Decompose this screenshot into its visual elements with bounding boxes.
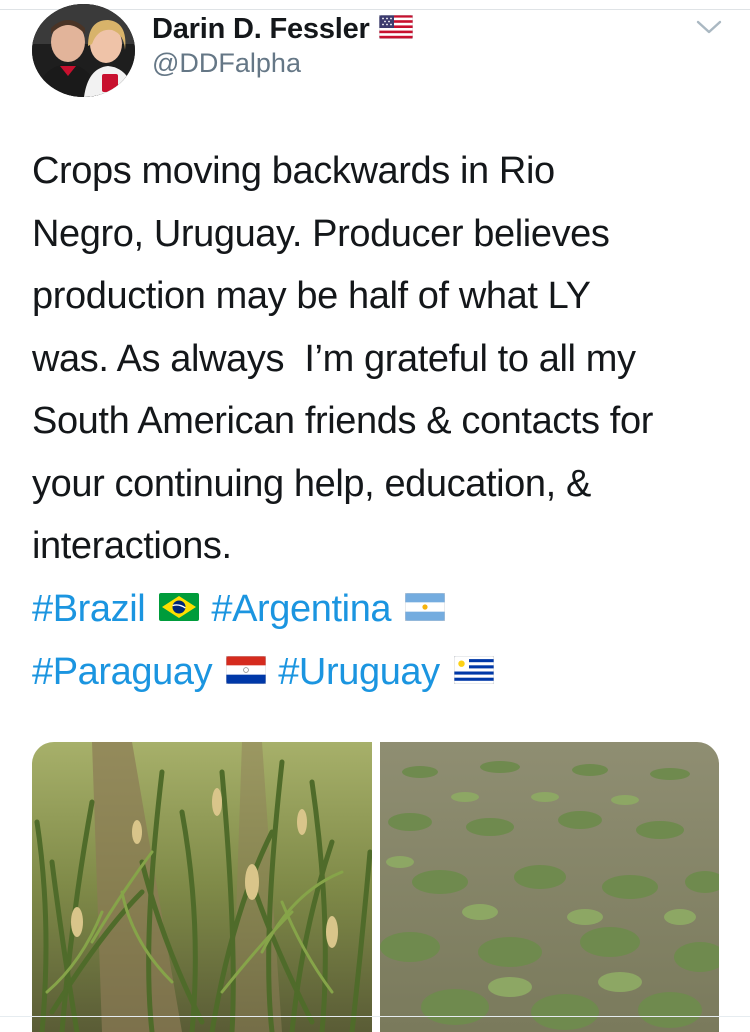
hashtag-list: #Brazil #Argentina #Paraguay #Uruguay: [32, 578, 732, 703]
hashtag-argentina[interactable]: #Argentina: [211, 578, 391, 641]
hashtag-row: #Brazil #Argentina: [32, 578, 732, 641]
tweet-text: Crops moving backwards in Rio Negro, Uru…: [32, 150, 653, 567]
tweet-author: Darin D. Fessler @DDFalpha: [152, 12, 414, 79]
top-divider: [0, 9, 750, 10]
corn-field-photo[interactable]: [32, 742, 372, 1032]
us-flag-icon: [378, 14, 414, 44]
argentina-flag-icon: [404, 578, 446, 641]
handle[interactable]: @DDFalpha: [152, 48, 413, 79]
name-row: Darin D. Fessler: [152, 12, 414, 46]
hashtag-paraguay[interactable]: #Paraguay: [32, 641, 213, 704]
uruguay-flag-icon: [453, 641, 495, 704]
avatar[interactable]: [32, 4, 135, 97]
bottom-divider: [0, 1016, 750, 1017]
hashtag-uruguay[interactable]: #Uruguay: [278, 641, 440, 704]
paraguay-flag-icon: [225, 641, 267, 704]
display-name[interactable]: Darin D. Fessler: [152, 13, 370, 46]
hashtag-brazil[interactable]: #Brazil: [32, 578, 146, 641]
soybean-field-photo[interactable]: [380, 742, 719, 1032]
chevron-down-icon[interactable]: [694, 16, 724, 38]
tweet-media: [32, 742, 719, 1032]
brazil-flag-icon: [159, 578, 200, 641]
hashtag-row: #Paraguay #Uruguay: [32, 641, 732, 704]
